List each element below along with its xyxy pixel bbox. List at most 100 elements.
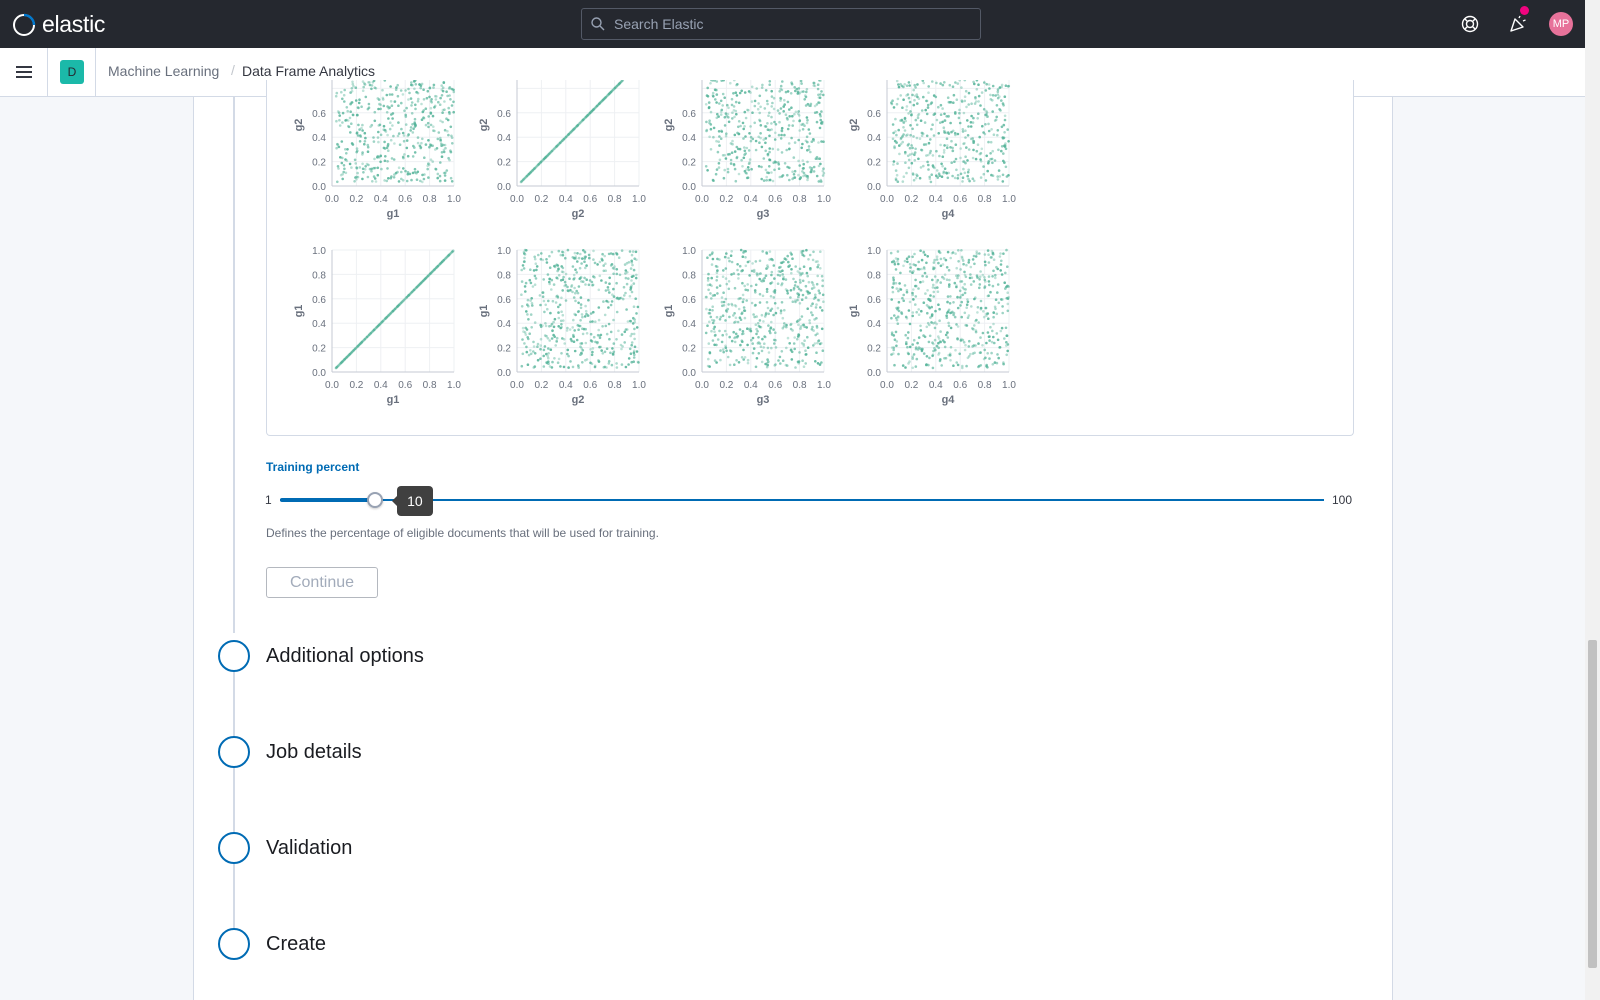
scatter-point	[812, 344, 815, 347]
scatter-point	[590, 340, 594, 343]
scatter-point	[360, 105, 363, 108]
scatter-point	[798, 278, 802, 282]
scatter-point	[773, 342, 776, 345]
scatter-point	[786, 336, 790, 340]
scatter-point	[942, 170, 946, 174]
scatter-point	[758, 111, 761, 115]
scatter-point	[997, 169, 1001, 172]
scatter-point	[382, 124, 386, 128]
scatter-point	[706, 256, 709, 259]
scatter-point	[708, 308, 712, 312]
scatter-point	[930, 305, 933, 309]
scatter-point	[611, 293, 614, 296]
scatter-point	[530, 326, 533, 329]
scatter-point	[939, 330, 942, 333]
scatter-point	[963, 311, 967, 315]
scatter-point	[935, 344, 939, 348]
scatter-point	[744, 264, 748, 268]
scatter-point	[351, 113, 355, 117]
scatter-point	[741, 330, 745, 333]
scatter-point	[708, 283, 712, 286]
scatter-point	[617, 256, 621, 259]
menu-toggle-button[interactable]	[12, 60, 36, 84]
search-bar[interactable]	[581, 8, 981, 40]
scatter-point	[373, 157, 376, 161]
scatter-point	[939, 103, 943, 107]
space-avatar[interactable]: D	[60, 60, 84, 84]
slider-track[interactable]	[280, 499, 1324, 501]
y-axis-label: g1	[848, 305, 860, 318]
scatter-point	[985, 82, 988, 86]
search-input[interactable]	[614, 16, 954, 32]
scatter-point	[711, 309, 714, 312]
scatter-point	[982, 172, 986, 176]
scatter-point	[961, 293, 965, 297]
scatter-point	[427, 115, 430, 118]
scatter-point	[979, 351, 982, 354]
scatter-point	[971, 352, 975, 355]
scatter-point	[546, 307, 549, 311]
scatter-point	[967, 345, 971, 348]
scatter-point	[409, 126, 413, 129]
scatter-point	[619, 343, 623, 347]
scatter-point	[628, 347, 632, 351]
scatter-point	[566, 348, 570, 352]
scatter-point	[351, 143, 355, 146]
newsfeed-icon[interactable]	[1506, 12, 1530, 36]
scatter-point	[798, 318, 802, 321]
scatter-point	[443, 108, 446, 111]
scatter-point	[962, 341, 966, 344]
scatter-point	[757, 165, 761, 168]
scatter-point	[952, 301, 955, 304]
scatter-point	[994, 273, 997, 277]
elastic-logo[interactable]: elastic	[12, 11, 105, 38]
scatter-point	[762, 157, 766, 160]
scatter-point	[1000, 149, 1003, 153]
scatter-point	[972, 280, 976, 283]
scatter-point	[401, 131, 405, 135]
scrollbar-thumb[interactable]	[1588, 640, 1597, 968]
help-icon[interactable]	[1458, 12, 1482, 36]
scatter-point	[893, 146, 896, 150]
scatter-point	[946, 336, 950, 339]
scatter-point	[974, 329, 978, 332]
scatter-point	[818, 157, 821, 160]
scatter-point	[911, 255, 914, 259]
scatter-point	[808, 166, 812, 169]
scatter-point	[945, 171, 948, 174]
scatter-point	[929, 149, 932, 153]
scatter-point	[635, 326, 639, 329]
continue-button[interactable]: Continue	[266, 567, 378, 598]
scatter-point	[956, 363, 960, 367]
scatter-point	[346, 119, 350, 122]
scatter-point	[897, 300, 901, 304]
scatter-point	[776, 306, 780, 310]
scatter-point	[548, 254, 551, 258]
scatter-point	[994, 298, 998, 301]
scatter-point	[358, 166, 362, 169]
scatter-point	[790, 268, 793, 271]
scatter-point	[623, 294, 626, 297]
y-tick-label: 0.2	[867, 158, 881, 169]
scatter-point	[577, 301, 580, 305]
breadcrumb-machine-learning[interactable]: Machine Learning	[108, 63, 219, 79]
scatter-point	[794, 280, 797, 284]
scatter-point	[408, 91, 411, 95]
scatter-point	[995, 265, 998, 269]
avatar[interactable]: MP	[1549, 12, 1573, 36]
scatter-point	[789, 327, 793, 331]
scatter-point	[715, 286, 719, 289]
scatter-point	[954, 252, 957, 255]
scatter-point	[724, 277, 728, 280]
scatter-point	[780, 151, 784, 154]
scatter-point	[426, 121, 430, 125]
scatter-point	[548, 339, 551, 342]
scatter-point	[764, 141, 767, 145]
scatter-point	[923, 121, 927, 124]
scatter-point	[603, 254, 606, 258]
scatter-point	[917, 308, 920, 311]
scatter-point	[917, 287, 920, 290]
scatter-point	[799, 80, 803, 83]
scatter-point	[977, 342, 980, 345]
training-percent-slider-thumb[interactable]	[366, 492, 383, 508]
